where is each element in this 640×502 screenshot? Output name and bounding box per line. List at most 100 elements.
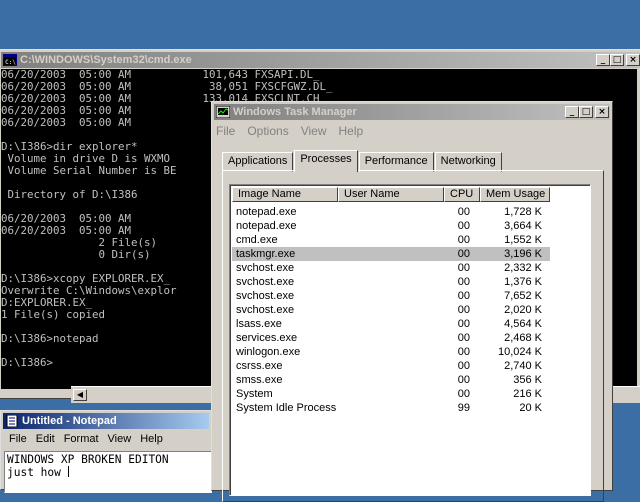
text-line-1: WINDOWS XP BROKEN EDITON — [7, 453, 169, 466]
menu-help[interactable]: Help — [339, 124, 364, 138]
process-mem: 1,728 K — [504, 206, 542, 218]
process-mem: 20 K — [519, 402, 542, 414]
scroll-left-icon[interactable]: ◀ — [73, 389, 87, 401]
menu-file[interactable]: File — [216, 124, 235, 138]
process-list[interactable]: Image Name User Name CPU Mem Usage notep… — [229, 184, 591, 496]
process-cpu: 00 — [457, 332, 470, 344]
close-button[interactable]: × — [595, 106, 609, 118]
process-cpu: 00 — [457, 318, 470, 330]
column-header-mem-usage[interactable]: Mem Usage — [480, 187, 550, 202]
notepad-text-area[interactable]: WINDOWS XP BROKEN EDITON just how — [4, 451, 212, 493]
task-manager-window[interactable]: Windows Task Manager _ □ × File Options … — [211, 101, 613, 502]
process-mem: 356 K — [513, 374, 542, 386]
notepad-title: Untitled - Notepad — [22, 415, 117, 427]
process-cpu: 00 — [457, 304, 470, 316]
desktop: { "cmd": { "title": "C:\\WINDOWS\\System… — [0, 0, 640, 502]
minimize-button[interactable]: _ — [565, 106, 579, 118]
cmd-title: C:\WINDOWS\System32\cmd.exe — [20, 54, 192, 66]
process-mem: 3,664 K — [504, 220, 542, 232]
process-name: smss.exe — [236, 374, 283, 386]
process-name: svchost.exe — [236, 276, 295, 288]
process-cpu: 00 — [457, 346, 470, 358]
process-mem: 3,196 K — [504, 248, 542, 260]
table-row[interactable]: winlogon.exe 00 10,024 K — [232, 345, 550, 359]
maximize-button[interactable]: □ — [610, 54, 624, 66]
close-button[interactable]: × — [626, 54, 640, 66]
menu-view[interactable]: View — [301, 124, 327, 138]
table-row[interactable]: cmd.exe 00 1,552 K — [232, 233, 550, 247]
process-name: services.exe — [236, 332, 298, 344]
process-name: lsass.exe — [236, 318, 282, 330]
process-cpu: 00 — [457, 374, 470, 386]
process-mem: 216 K — [513, 388, 542, 400]
process-cpu: 00 — [457, 276, 470, 288]
process-name: svchost.exe — [236, 262, 295, 274]
process-cpu: 00 — [457, 290, 470, 302]
notepad-window[interactable]: Untitled - Notepad File Edit Format View… — [0, 410, 212, 493]
table-row[interactable]: svchost.exe 00 7,652 K — [232, 289, 550, 303]
process-mem: 2,332 K — [504, 262, 542, 274]
table-row[interactable]: svchost.exe 00 2,332 K — [232, 261, 550, 275]
text-caret — [67, 466, 69, 477]
table-row[interactable]: notepad.exe 00 1,728 K — [232, 205, 550, 219]
process-mem: 2,020 K — [504, 304, 542, 316]
process-mem: 10,024 K — [497, 346, 542, 358]
process-cpu: 99 — [457, 402, 470, 414]
maximize-button[interactable]: □ — [579, 106, 593, 118]
process-name: notepad.exe — [236, 206, 297, 218]
table-row[interactable]: svchost.exe 00 2,020 K — [232, 303, 550, 317]
process-mem: 2,740 K — [504, 360, 542, 372]
table-row[interactable]: notepad.exe 00 3,664 K — [232, 219, 550, 233]
menu-options[interactable]: Options — [247, 124, 288, 138]
notepad-menubar: File Edit Format View Help — [9, 433, 163, 445]
process-name: winlogon.exe — [236, 346, 301, 358]
process-cpu: 00 — [457, 206, 470, 218]
process-cpu: 00 — [457, 388, 470, 400]
process-name: svchost.exe — [236, 290, 295, 302]
table-row[interactable]: services.exe 00 2,468 K — [232, 331, 550, 345]
taskmgr-title: Windows Task Manager — [233, 106, 357, 118]
process-name: notepad.exe — [236, 220, 297, 232]
cmd-titlebar[interactable]: C:\ C:\WINDOWS\System32\cmd.exe _ □ × — [1, 52, 640, 68]
process-mem: 2,468 K — [504, 332, 542, 344]
table-row[interactable]: System 00 216 K — [232, 387, 550, 401]
column-header-image-name[interactable]: Image Name — [232, 187, 338, 202]
table-row[interactable]: csrss.exe 00 2,740 K — [232, 359, 550, 373]
menu-help[interactable]: Help — [140, 433, 163, 445]
svg-text:C:\: C:\ — [5, 59, 16, 66]
table-row[interactable]: lsass.exe 00 4,564 K — [232, 317, 550, 331]
table-row[interactable]: svchost.exe 00 1,376 K — [232, 275, 550, 289]
process-name: cmd.exe — [236, 234, 278, 246]
column-header-user-name[interactable]: User Name — [338, 187, 444, 202]
process-cpu: 00 — [457, 234, 470, 246]
menu-edit[interactable]: Edit — [36, 433, 55, 445]
process-name: svchost.exe — [236, 304, 295, 316]
table-row[interactable]: smss.exe 00 356 K — [232, 373, 550, 387]
notepad-icon — [6, 415, 18, 427]
menu-file[interactable]: File — [9, 433, 27, 445]
process-cpu: 00 — [457, 262, 470, 274]
process-mem: 1,376 K — [504, 276, 542, 288]
column-header-cpu[interactable]: CPU — [444, 187, 480, 202]
menu-format[interactable]: Format — [64, 433, 99, 445]
menu-view[interactable]: View — [108, 433, 132, 445]
table-row[interactable]: taskmgr.exe 00 3,196 K — [232, 247, 550, 261]
process-mem: 7,652 K — [504, 290, 542, 302]
tab-performance[interactable]: Performance — [358, 152, 434, 172]
process-mem: 4,564 K — [504, 318, 542, 330]
tab-applications[interactable]: Applications — [222, 152, 294, 172]
process-name: System — [236, 388, 273, 400]
process-cpu: 00 — [457, 248, 470, 260]
minimize-button[interactable]: _ — [596, 54, 610, 66]
tab-processes[interactable]: Processes — [294, 150, 358, 172]
tab-strip: Applications Processes Performance Netwo… — [222, 150, 503, 172]
table-row[interactable]: System Idle Process 99 20 K — [232, 401, 550, 415]
notepad-titlebar[interactable]: Untitled - Notepad — [3, 413, 209, 429]
process-name: System Idle Process — [236, 402, 337, 414]
taskmgr-titlebar[interactable]: Windows Task Manager _ □ × — [214, 104, 610, 120]
taskmgr-menubar: File Options View Help — [216, 124, 363, 138]
tab-networking[interactable]: Networking — [434, 152, 502, 172]
process-name: csrss.exe — [236, 360, 283, 372]
process-mem: 1,552 K — [504, 234, 542, 246]
process-cpu: 00 — [457, 220, 470, 232]
